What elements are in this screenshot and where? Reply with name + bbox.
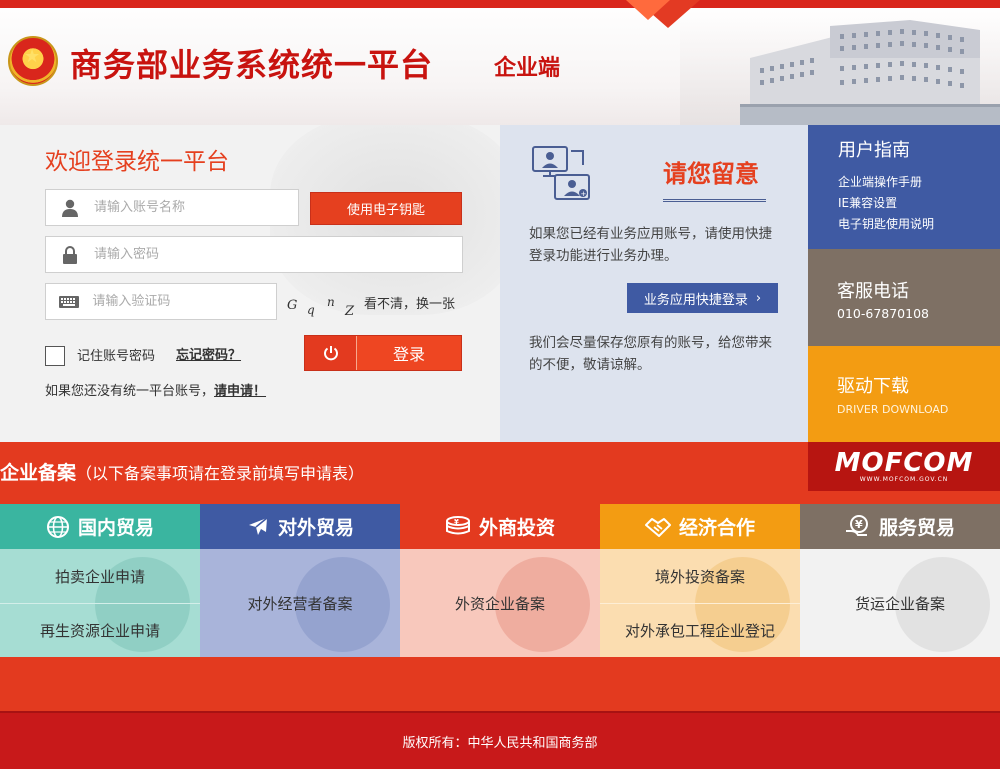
category-economic-cooperation-body: 境外投资备案 对外承包工程企业登记 (600, 549, 800, 657)
quick-login-label: 业务应用快捷登录 (643, 292, 748, 308)
airplane-icon (248, 516, 268, 535)
notice-panel: + 请您留意 如果您已经有业务应用账号，请使用快捷登录功能进行业务办理。 业务应… (500, 125, 808, 442)
category-label: 外商投资 (478, 517, 555, 539)
national-emblem-icon: ★ (8, 36, 58, 86)
decorative-band (0, 657, 1000, 711)
guide-link-ekey-instructions[interactable]: 电子钥匙使用说明 (838, 214, 1000, 235)
lock-icon (46, 237, 94, 272)
link-foreign-enterprise-filing[interactable]: 外资企业备案 (400, 549, 600, 657)
notice-paragraph-2: 我们会尽量保存您原有的账号，给您带来的不便，敬请谅解。 (529, 335, 772, 373)
remember-label: 记住账号密码 (77, 349, 156, 364)
category-label: 服务贸易 (878, 517, 955, 539)
power-icon (305, 336, 357, 370)
header: ★ 商务部业务系统统一平台 企业端 (0, 0, 1000, 125)
copyright-text: 版权所有：中华人民共和国商务部 (402, 735, 598, 751)
handshake-icon (644, 517, 671, 537)
category-foreign-investment[interactable]: ¥ 外商投资 (400, 504, 600, 549)
link-freight-enterprise-filing[interactable]: 货运企业备案 (800, 549, 1000, 657)
category-service-trade-body: 货运企业备案 (800, 549, 1000, 657)
category-foreign-trade[interactable]: 对外贸易 (200, 504, 400, 549)
site-title: 商务部业务系统统一平台 (70, 46, 434, 84)
ministry-building-image (680, 18, 1000, 125)
svg-text:¥: ¥ (454, 518, 459, 526)
user-icon (46, 190, 94, 225)
site-subtitle: 企业端 (494, 55, 561, 81)
category-label: 对外贸易 (277, 517, 354, 539)
chevron-right-icon: › (755, 290, 762, 306)
remember-checkbox[interactable] (45, 346, 65, 366)
coins-icon: ¥ (445, 515, 470, 534)
users-monitor-icon: + (532, 146, 590, 200)
svg-text:G: G (287, 298, 297, 313)
category-foreign-investment-body: 外资企业备案 (400, 549, 600, 657)
guide-link-manual[interactable]: 企业端操作手册 (838, 172, 1000, 193)
category-domestic-trade[interactable]: 国内贸易 (0, 504, 200, 549)
password-field[interactable] (45, 236, 463, 273)
category-economic-cooperation[interactable]: 经济合作 (600, 504, 800, 549)
register-link[interactable]: 请申请！ (214, 384, 266, 399)
username-field[interactable] (45, 189, 299, 226)
keyboard-icon (46, 284, 92, 319)
login-button[interactable]: 登录 (304, 335, 462, 371)
svg-text:q: q (307, 303, 315, 317)
footer: 版权所有：中华人民共和国商务部 (0, 711, 1000, 769)
user-guide-box: 用户指南 企业端操作手册 IE兼容设置 电子钥匙使用说明 (808, 125, 1000, 249)
mofcom-logo[interactable]: MOFCOM WWW.MOFCOM.GOV.CN (808, 442, 1000, 491)
customer-service-box: 客服电话 010-67870108 (808, 249, 1000, 346)
captcha-input[interactable] (92, 284, 276, 319)
link-foreign-trade-operator-filing[interactable]: 对外经营者备案 (200, 549, 400, 657)
filing-title: 企业备案（以下备案事项请在登录前填写申请表） (0, 458, 364, 485)
notice-paragraph-1: 如果您已经有业务应用账号，请使用快捷登录功能进行业务办理。 (529, 226, 772, 264)
register-prompt: 如果您还没有统一平台账号，请申请！ (45, 380, 266, 399)
category-label: 国内贸易 (77, 517, 154, 539)
captcha-image[interactable]: G q n Z (285, 295, 361, 317)
link-auction-enterprise[interactable]: 拍卖企业申请 (0, 549, 200, 603)
login-title: 欢迎登录统一平台 (45, 149, 229, 175)
captcha-field[interactable] (45, 283, 277, 320)
login-button-label: 登录 (392, 345, 425, 364)
header-decoration-small (626, 0, 670, 20)
notice-title: 请您留意 (663, 160, 759, 188)
svg-text:¥: ¥ (855, 518, 863, 531)
guide-link-ie-settings[interactable]: IE兼容设置 (838, 193, 1000, 214)
svg-text:Z: Z (344, 304, 355, 317)
username-input[interactable] (94, 190, 284, 225)
driver-download-title: 驱动下载 (837, 376, 909, 397)
svg-text:n: n (327, 295, 335, 309)
electronic-key-button[interactable]: 使用电子钥匙 (310, 192, 462, 225)
register-text: 如果您还没有统一平台账号， (45, 384, 215, 399)
forgot-password-link[interactable]: 忘记密码？ (176, 344, 241, 363)
mofcom-logo-text: MOFCOM (834, 448, 974, 478)
filing-title-text: 企业备案 (0, 462, 77, 484)
globe-icon (46, 515, 69, 538)
link-overseas-investment-filing[interactable]: 境外投资备案 (600, 549, 800, 603)
filing-subtitle: （以下备案事项请在登录前填写申请表） (76, 464, 365, 483)
page: ★ 商务部业务系统统一平台 企业端 欢迎登录统一平台 请输入账号名称 使用电子钥… (0, 0, 1000, 769)
password-input[interactable] (94, 237, 284, 272)
link-contracting-enterprise-registration[interactable]: 对外承包工程企业登记 (600, 604, 800, 657)
enterprise-filing-banner: 企业备案（以下备案事项请在登录前填写申请表） MOFCOM WWW.MOFCOM… (0, 442, 1000, 504)
svg-text:+: + (581, 190, 587, 198)
link-recycling-enterprise[interactable]: 再生资源企业申请 (0, 604, 200, 657)
category-label: 经济合作 (678, 517, 755, 539)
header-top-bar (0, 0, 1000, 8)
driver-download-subtitle: DRIVER DOWNLOAD (837, 403, 949, 416)
yuan-service-icon: ¥ (845, 514, 868, 536)
notice-title-underline (663, 199, 766, 202)
login-panel: 欢迎登录统一平台 使用电子钥匙 G q (0, 125, 500, 442)
quick-login-button[interactable]: 业务应用快捷登录 › (627, 283, 778, 313)
user-guide-title: 用户指南 (838, 140, 910, 161)
captcha-refresh-link[interactable]: 看不清，换一张 (364, 293, 455, 312)
mofcom-logo-url: WWW.MOFCOM.GOV.CN (859, 476, 949, 483)
customer-service-phone: 010-67870108 (837, 306, 929, 321)
category-foreign-trade-body: 对外经营者备案 (200, 549, 400, 657)
category-domestic-trade-body: 拍卖企业申请 再生资源企业申请 (0, 549, 200, 657)
customer-service-title: 客服电话 (837, 281, 909, 302)
category-service-trade[interactable]: ¥ 服务贸易 (800, 504, 1000, 549)
driver-download-box[interactable]: 驱动下载 DRIVER DOWNLOAD (808, 346, 1000, 442)
